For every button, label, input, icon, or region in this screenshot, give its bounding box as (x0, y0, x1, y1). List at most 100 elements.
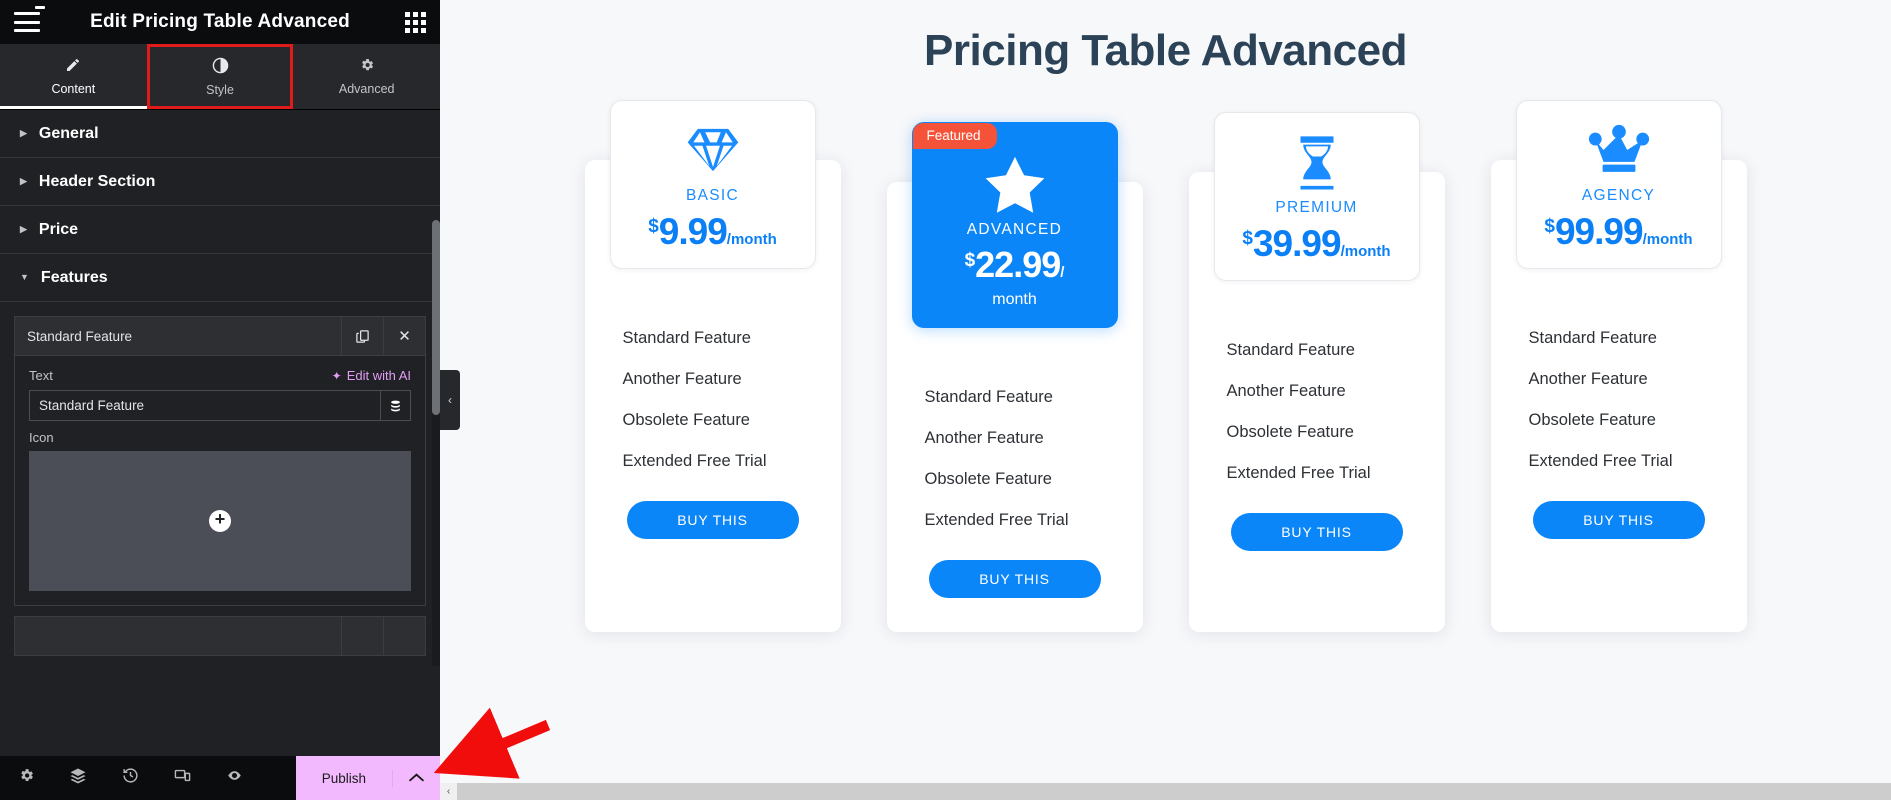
pricing-card-header: PREMIUM $39.99/month (1213, 112, 1420, 281)
notification-dot (35, 6, 45, 9)
pricing-card-basic: BASIC $9.99/month Standard Feature Anoth… (584, 100, 841, 632)
repeater-item-title: Standard Feature (27, 328, 133, 344)
editor-panel: Edit Pricing Table Advanced Content Styl… (0, 0, 440, 800)
panel-scrollbar-thumb[interactable] (432, 220, 440, 415)
history-icon[interactable] (104, 767, 156, 789)
panel-footer: Publish (0, 756, 440, 800)
database-icon[interactable] (380, 391, 410, 420)
repeater-item-header[interactable]: Standard Feature ✕ (14, 316, 426, 356)
section-general[interactable]: ▶ General (0, 110, 440, 158)
chevron-right-icon: ▶ (20, 128, 27, 138)
icon-picker-dropzone[interactable]: + (29, 451, 411, 591)
horizontal-scrollbar[interactable]: ‹ (440, 783, 1891, 800)
gear-icon (359, 57, 375, 76)
chevron-right-icon: ▶ (20, 176, 27, 186)
page-title: Pricing Table Advanced (924, 26, 1407, 75)
panel-scrollbar[interactable] (432, 220, 440, 666)
list-item: Extended Free Trial (622, 452, 767, 470)
price-period-line2: month (992, 291, 1037, 308)
repeater-next-remove[interactable] (383, 617, 425, 655)
buy-this-button[interactable]: BUY THIS (626, 501, 799, 539)
list-item: Obsolete Feature (924, 470, 1053, 488)
tab-style[interactable]: Style (146, 44, 294, 109)
icon-field-label: Icon (29, 430, 54, 445)
currency-symbol: $ (964, 250, 976, 271)
text-field-row: Text ✦ Edit with AI (29, 368, 411, 383)
tab-content-label: Content (51, 82, 96, 96)
list-item: Extended Free Trial (924, 511, 1069, 529)
preview-canvas: Pricing Table Advanced BASIC $9.99/month (440, 0, 1891, 800)
panel-collapse-handle[interactable]: ‹ (440, 370, 460, 430)
currency-symbol: $ (1242, 228, 1253, 249)
list-item: Another Feature (1528, 370, 1648, 388)
pricing-card-premium: PREMIUM $39.99/month Standard Feature An… (1188, 112, 1445, 632)
chevron-right-icon: ▶ (20, 224, 27, 234)
tab-content[interactable]: Content (0, 44, 147, 109)
plan-price: $39.99/month (1225, 225, 1409, 262)
contrast-icon (212, 57, 229, 77)
plan-name: BASIC (685, 187, 739, 204)
list-item: Obsolete Feature (1226, 423, 1355, 441)
price-period: /month (1340, 243, 1391, 260)
preview-eye-icon[interactable] (208, 768, 260, 788)
list-item: Extended Free Trial (1226, 464, 1371, 482)
buy-this-button[interactable]: BUY THIS (1230, 513, 1403, 551)
close-icon[interactable]: ✕ (383, 317, 425, 355)
repeater-next-duplicate[interactable] (341, 617, 383, 655)
apps-grid-icon[interactable] (405, 11, 426, 33)
section-header-section[interactable]: ▶ Header Section (0, 158, 440, 206)
panel-sections: ▶ General ▶ Header Section ▶ Price ▼ Fea… (0, 110, 440, 756)
plan-price: $22.99/ (923, 247, 1107, 283)
publish-button[interactable]: Publish (296, 771, 392, 786)
features-repeater: Standard Feature ✕ Text ✦ Edit with AI S… (0, 302, 440, 656)
section-price-label: Price (38, 220, 79, 238)
repeater-item-fields: Text ✦ Edit with AI Icon (14, 356, 426, 606)
feature-list: Standard Feature Another Feature Obsolet… (1491, 269, 1747, 493)
scroll-left-button[interactable]: ‹ (440, 783, 457, 800)
list-item: Obsolete Feature (622, 411, 751, 429)
featured-ribbon: Featured (912, 123, 997, 149)
list-item: Standard Feature (622, 329, 751, 347)
list-item: Extended Free Trial (1528, 452, 1673, 470)
edit-with-ai-link[interactable]: ✦ Edit with AI (332, 368, 411, 383)
feature-list: Standard Feature Another Feature Obsolet… (887, 328, 1143, 552)
settings-gear-icon[interactable] (0, 767, 52, 789)
list-item: Obsolete Feature (1528, 411, 1657, 429)
plan-price: $99.99/month (1527, 213, 1711, 250)
navigator-layers-icon[interactable] (52, 767, 104, 790)
hourglass-icon (1225, 133, 1409, 191)
preview-page: Pricing Table Advanced BASIC $9.99/month (440, 0, 1891, 783)
hamburger-menu-icon[interactable] (14, 6, 45, 32)
publish-caret-button[interactable] (392, 769, 440, 787)
currency-symbol: $ (648, 216, 659, 237)
responsive-mode-icon[interactable] (156, 767, 208, 789)
list-item: Standard Feature (924, 388, 1053, 406)
list-item: Another Feature (622, 370, 742, 388)
duplicate-icon[interactable] (341, 317, 383, 355)
pricing-card-header: BASIC $9.99/month (609, 100, 816, 269)
price-period: /month (726, 231, 777, 248)
tab-advanced[interactable]: Advanced (293, 44, 440, 109)
pricing-card-agency: AGENCY $99.99/month Standard Feature Ano… (1490, 100, 1747, 632)
add-icon-button[interactable]: + (209, 510, 231, 532)
list-item: Standard Feature (1226, 341, 1355, 359)
price-period: / (1060, 264, 1065, 281)
edit-with-ai-label: Edit with AI (346, 368, 411, 383)
elementor-editor: Edit Pricing Table Advanced Content Styl… (0, 0, 1891, 800)
section-header-section-label: Header Section (38, 172, 156, 190)
feature-text-input[interactable] (30, 391, 380, 420)
price-amount: 99.99 (1554, 211, 1644, 252)
text-field-label: Text (29, 368, 53, 383)
section-features[interactable]: ▼ Features (0, 254, 440, 302)
section-price[interactable]: ▶ Price (0, 206, 440, 254)
repeater-item-next[interactable] (14, 616, 426, 656)
pencil-icon (65, 57, 81, 76)
plan-name: ADVANCED (966, 221, 1063, 238)
list-item: Another Feature (1226, 382, 1346, 400)
pricing-card-advanced: Featured ADVANCED $22.99/ month Standard… (886, 122, 1143, 632)
crown-icon (1527, 121, 1711, 179)
buy-this-button[interactable]: BUY THIS (928, 560, 1101, 598)
pricing-card-header-featured: Featured ADVANCED $22.99/ month (911, 122, 1118, 328)
price-amount: 22.99 (975, 244, 1061, 285)
buy-this-button[interactable]: BUY THIS (1532, 501, 1705, 539)
